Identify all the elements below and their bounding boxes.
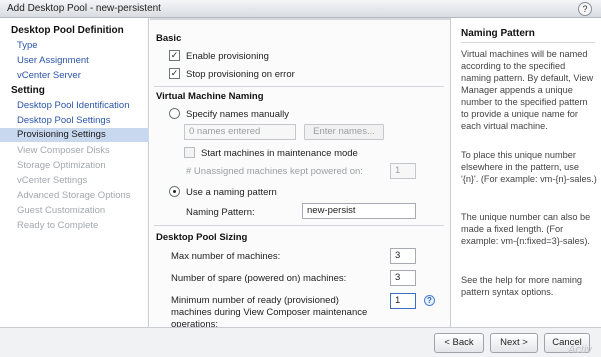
basic-heading: Basic	[156, 33, 182, 44]
naming-pattern-label: Naming Pattern:	[186, 207, 255, 218]
help-paragraph: Virtual machines will be named according…	[461, 49, 594, 131]
help-paragraph: To place this unique number elsewhere in…	[461, 150, 597, 184]
unassigned-machines-field[interactable]: 1	[390, 163, 416, 179]
min-ready-label-line3: operations:	[171, 319, 219, 327]
sidebar-item-user-assignment[interactable]: User Assignment	[17, 55, 89, 66]
enter-names-button[interactable]: Enter names...	[304, 124, 384, 140]
help-icon[interactable]: ?	[578, 2, 592, 16]
help-pane: Naming Pattern Virtual machines will be …	[452, 18, 601, 327]
wizard-sidebar: Desktop Pool Definition Type User Assign…	[0, 18, 149, 327]
spare-machines-label: Number of spare (powered on) machines:	[171, 273, 347, 284]
min-ready-label-line1: Minimum number of ready (provisioned)	[171, 295, 339, 306]
spare-machines-input[interactable]: 3	[390, 270, 416, 286]
divider	[154, 225, 444, 226]
help-paragraph: The unique number can also be made a fix…	[461, 212, 591, 246]
radio-selected-dot	[173, 190, 176, 193]
maintenance-mode-checkbox[interactable]	[184, 147, 195, 158]
sidebar-item-ready-to-complete: Ready to Complete	[17, 220, 99, 231]
sidebar-item-view-composer-disks: View Composer Disks	[17, 145, 110, 156]
help-question-icon[interactable]: ?	[424, 295, 435, 306]
sidebar-item-storage-optimization: Storage Optimization	[17, 160, 106, 171]
specify-names-label: Specify names manually	[186, 109, 289, 120]
naming-pattern-input[interactable]: new-persist	[302, 203, 416, 219]
sidebar-item-pool-settings[interactable]: Desktop Pool Settings	[17, 115, 110, 126]
back-button[interactable]: < Back	[434, 333, 484, 353]
activation-watermark: Activ	[568, 344, 592, 356]
min-ready-machines-input[interactable]: 1	[390, 293, 416, 309]
specify-names-radio[interactable]	[169, 108, 180, 119]
title-bar: Add Desktop Pool - new-persistent ?	[0, 0, 601, 18]
sidebar-item-pool-identification[interactable]: Desktop Pool Identification	[17, 100, 129, 111]
window-title: Add Desktop Pool - new-persistent	[7, 3, 161, 14]
naming-pattern-radio[interactable]	[169, 186, 180, 197]
sidebar-item-guest-customization: Guest Customization	[17, 205, 106, 216]
help-divider	[461, 42, 595, 43]
sidebar-item-vcenter-server[interactable]: vCenter Server	[17, 70, 81, 81]
max-machines-input[interactable]: 3	[390, 248, 416, 264]
sidebar-item-advanced-storage: Advanced Storage Options	[17, 190, 131, 201]
stop-on-error-checkbox[interactable]: ✓	[169, 68, 180, 79]
help-paragraph: See the help for more naming pattern syn…	[461, 275, 583, 297]
next-button[interactable]: Next >	[490, 333, 538, 353]
sidebar-item-type[interactable]: Type	[17, 40, 38, 51]
naming-pattern-option-label: Use a naming pattern	[186, 187, 277, 198]
enable-provisioning-label: Enable provisioning	[186, 51, 269, 62]
min-ready-label-line2: machines during View Composer maintenanc…	[171, 307, 368, 318]
enable-provisioning-checkbox[interactable]: ✓	[169, 50, 180, 61]
unassigned-machines-label: # Unassigned machines kept powered on:	[186, 166, 363, 177]
help-title: Naming Pattern	[461, 28, 535, 39]
max-machines-label: Max number of machines:	[171, 251, 281, 262]
sidebar-item-vcenter-settings: vCenter Settings	[17, 175, 88, 186]
pool-sizing-heading: Desktop Pool Sizing	[156, 232, 248, 243]
sidebar-section-pool-definition: Desktop Pool Definition	[11, 25, 124, 36]
sidebar-item-provisioning-settings[interactable]: Provisioning Settings	[0, 128, 149, 142]
provisioning-settings-panel[interactable]: Basic ✓ Enable provisioning ✓ Stop provi…	[150, 18, 451, 327]
maintenance-mode-label: Start machines in maintenance mode	[201, 148, 358, 159]
scroll-top-edge	[150, 18, 450, 20]
wizard-footer: < Back Next > Cancel Activ	[0, 327, 601, 357]
vm-naming-heading: Virtual Machine Naming	[156, 91, 264, 102]
stop-on-error-label: Stop provisioning on error	[186, 69, 295, 80]
names-entered-field[interactable]: 0 names entered	[184, 124, 296, 140]
divider	[154, 86, 444, 87]
sidebar-section-setting: Setting	[11, 85, 45, 96]
